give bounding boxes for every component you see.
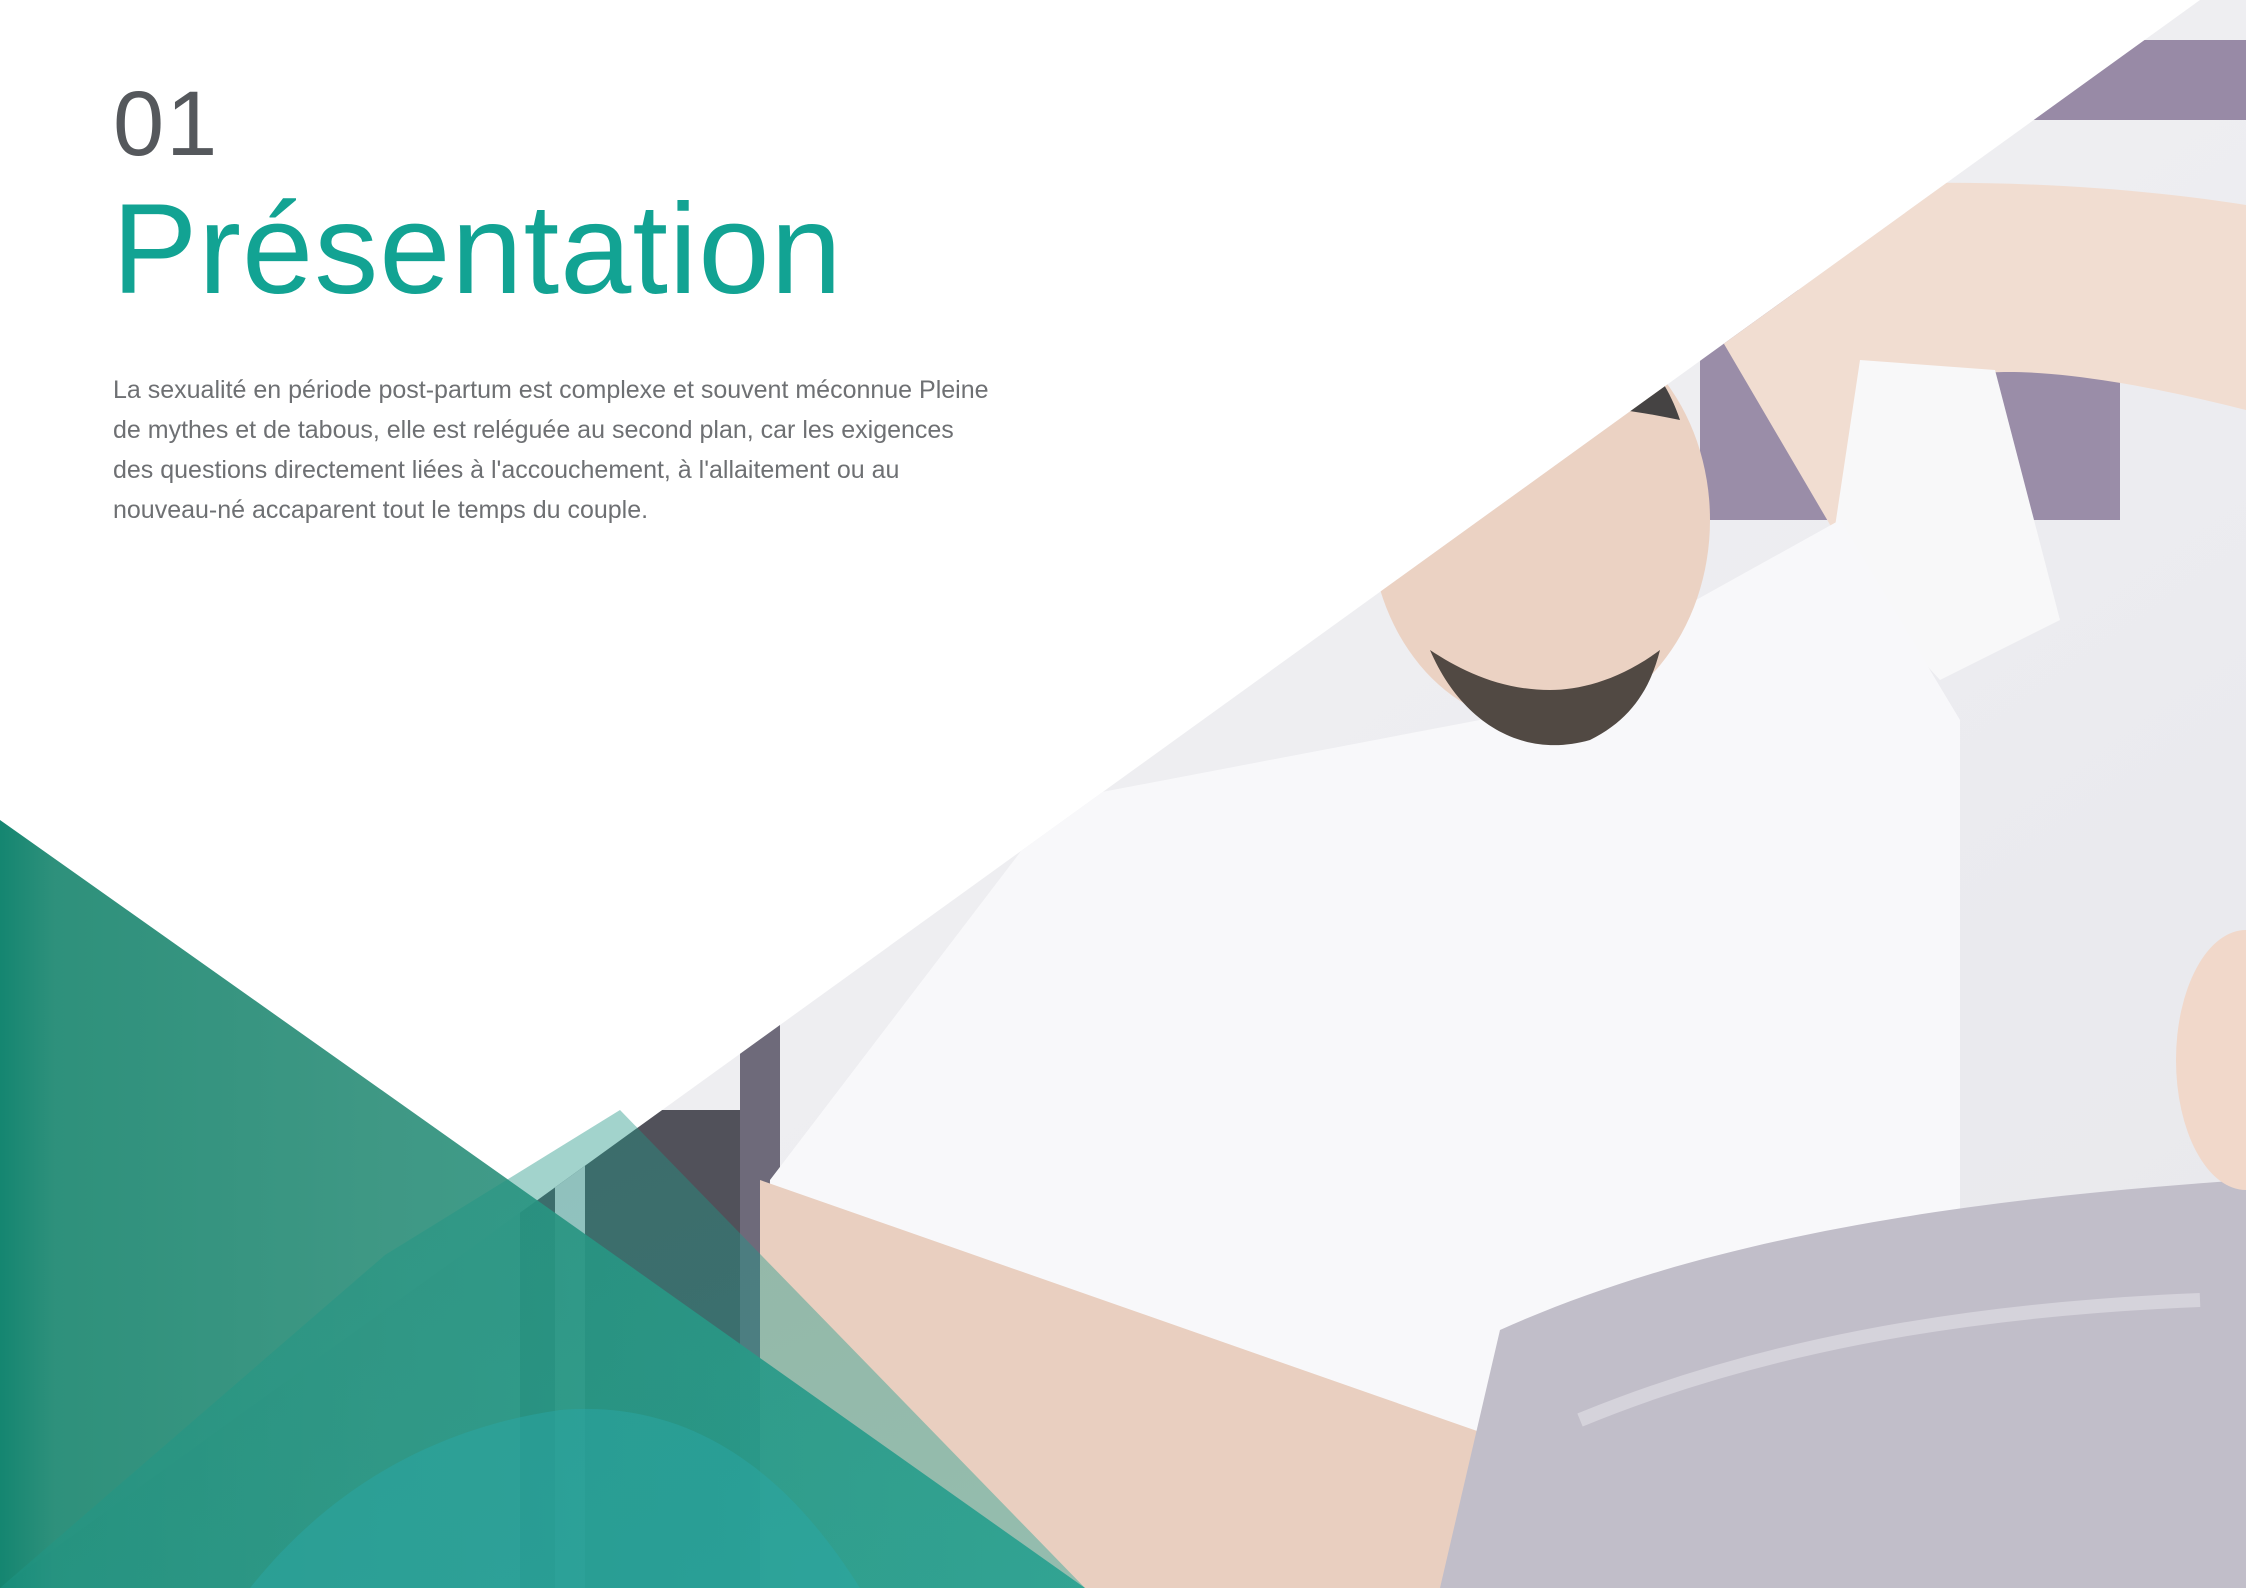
intro-paragraph: La sexualité en période post-partum est …: [113, 376, 989, 524]
section-number: 01: [113, 73, 220, 175]
brochure-page: 01 Présentation La sexualité en période …: [0, 0, 2246, 1588]
section-title: Présentation: [112, 178, 843, 321]
